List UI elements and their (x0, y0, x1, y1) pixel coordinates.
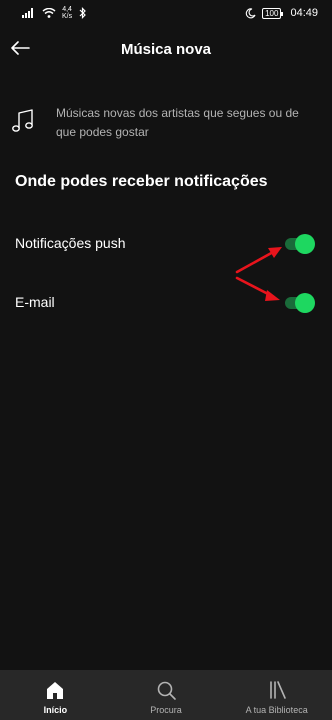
network-speed-unit: K/s (62, 13, 73, 20)
toggle-thumb (295, 234, 315, 254)
network-speed-value: 4,4 (62, 6, 72, 13)
bottom-nav: Início Procura A tua Biblioteca (0, 670, 332, 720)
search-icon (157, 681, 176, 700)
setting-label-email: E-mail (15, 294, 55, 310)
signal-icon (22, 8, 33, 18)
clock: 04:49 (290, 7, 318, 19)
setting-label-push: Notificações push (15, 235, 126, 251)
nav-item-search[interactable]: Procura (111, 670, 222, 720)
nav-item-home[interactable]: Início (0, 670, 111, 720)
arrow-left-icon (11, 41, 30, 55)
status-left: 4,4 K/s (22, 6, 88, 20)
status-bar: 4,4 K/s 100 04:49 (0, 0, 332, 26)
description-text: Músicas novas dos artistas que segues ou… (56, 106, 299, 139)
nav-label-home: Início (43, 705, 68, 715)
nav-item-library[interactable]: A tua Biblioteca (221, 670, 332, 720)
section-heading: Onde podes receber notificações (15, 173, 268, 190)
bluetooth-icon (79, 7, 86, 19)
header: Música nova (0, 26, 332, 72)
page-title: Música nova (120, 40, 212, 58)
setting-row-push: Notificações push (0, 227, 332, 261)
setting-row-email: E-mail (0, 286, 332, 320)
status-right: 100 04:49 (245, 7, 318, 19)
toggle-email-notifications[interactable] (285, 293, 315, 313)
library-icon (269, 681, 286, 699)
network-speed: 4,4 K/s (62, 6, 72, 20)
toggle-thumb (295, 293, 315, 313)
music-note-icon (12, 109, 33, 132)
battery-indicator: 100 (262, 7, 284, 19)
moon-icon (245, 7, 256, 18)
back-button[interactable] (8, 36, 32, 60)
home-icon (47, 682, 64, 699)
nav-label-library: A tua Biblioteca (245, 705, 308, 715)
nav-label-search: Procura (150, 705, 182, 715)
toggle-push-notifications[interactable] (285, 234, 315, 254)
wifi-icon (42, 8, 56, 18)
